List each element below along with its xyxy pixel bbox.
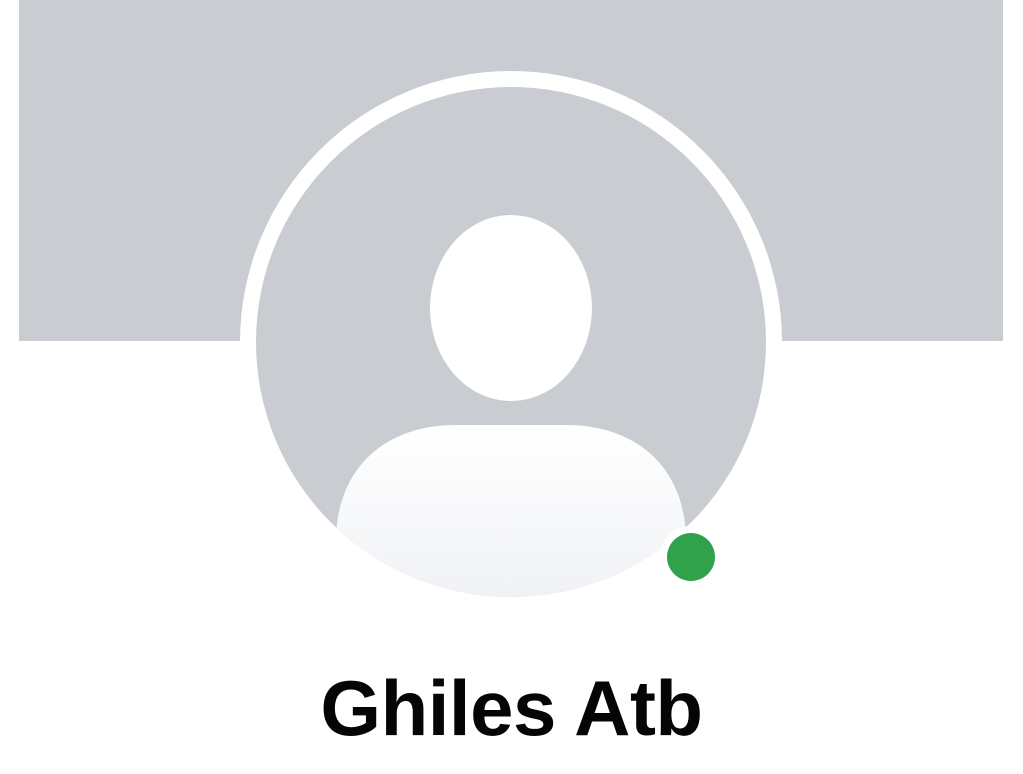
profile-avatar[interactable] [256,87,766,597]
online-status-indicator [667,533,715,581]
profile-header: Ghiles Atb [0,0,1023,774]
profile-name: Ghiles Atb [320,664,703,752]
default-user-silhouette-icon [336,215,686,597]
